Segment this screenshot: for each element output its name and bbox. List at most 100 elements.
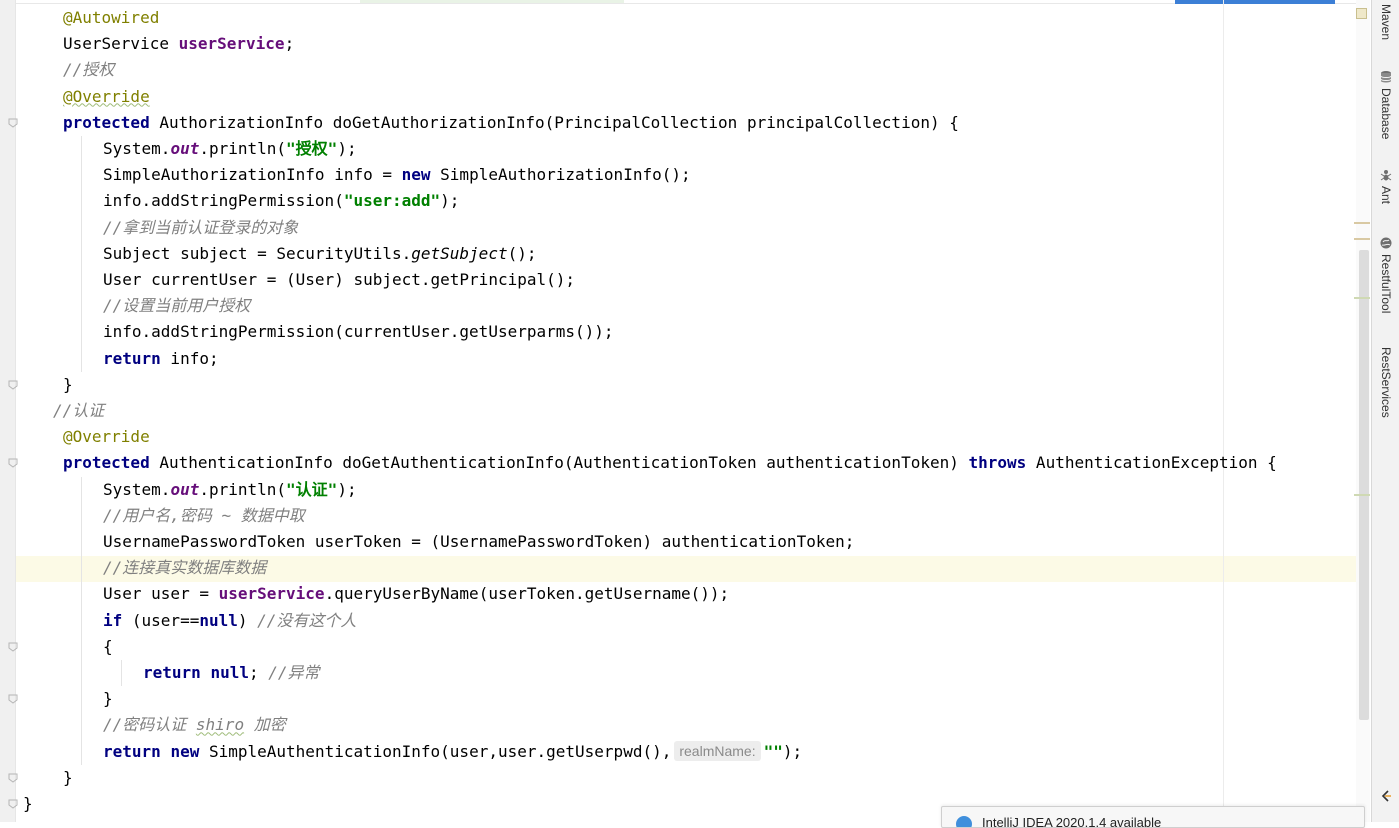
code-token: .println(	[199, 479, 287, 499]
code-line[interactable]: protected AuthenticationInfo doGetAuthen…	[63, 450, 1277, 476]
code-line[interactable]: System.out.println("认证");	[103, 477, 357, 503]
code-line[interactable]: }	[23, 791, 33, 817]
code-token: }	[103, 689, 113, 709]
inspection-status-icon[interactable]	[1356, 8, 1367, 19]
code-token: SimpleAuthorizationInfo info =	[103, 165, 402, 185]
error-stripe-mark[interactable]	[1354, 238, 1370, 240]
code-token: out	[170, 479, 200, 499]
code-line[interactable]: return new SimpleAuthenticationInfo(user…	[103, 739, 802, 765]
code-token: getSubject	[411, 243, 508, 263]
code-line[interactable]: {	[103, 634, 113, 660]
code-line[interactable]: SimpleAuthorizationInfo info = new Simpl…	[103, 162, 691, 188]
code-line[interactable]: @Autowired	[63, 5, 159, 31]
code-line[interactable]: User user = userService.queryUserByName(…	[103, 581, 729, 607]
code-line[interactable]: info.addStringPermission(currentUser.get…	[103, 319, 614, 345]
tool-window-label: Maven	[1379, 4, 1393, 41]
code-token: (user==	[122, 610, 200, 630]
editor-scrollbar-thumb[interactable]	[1359, 250, 1369, 720]
code-token: );	[440, 191, 460, 211]
code-line[interactable]: @Override	[63, 84, 150, 110]
tool-window-label: RestfulTool	[1379, 254, 1393, 314]
code-token: //授权	[63, 60, 115, 80]
code-token: userService	[218, 584, 325, 604]
code-line[interactable]: //用户名,密码 ~ 数据中取	[103, 503, 305, 529]
code-line[interactable]: System.out.println("授权");	[103, 136, 357, 162]
code-editor[interactable]: @Autowired UserService userService; //授权 @O…	[16, 0, 1370, 822]
code-token: info.addStringPermission(currentUser.get…	[103, 322, 614, 342]
code-line[interactable]: info.addStringPermission("user:add");	[103, 188, 459, 214]
code-token: User user =	[103, 584, 219, 604]
indent-guide	[81, 136, 82, 372]
parameter-hint: realmName:	[674, 740, 761, 761]
error-stripe-mark[interactable]	[1354, 494, 1370, 496]
code-line[interactable]: return info;	[103, 346, 219, 372]
ant-icon	[1379, 168, 1393, 182]
code-token: throws	[968, 453, 1027, 473]
code-token: null	[199, 610, 238, 630]
code-token: //连接真实数据库数据	[103, 558, 267, 578]
code-token: .println(	[199, 139, 287, 158]
indent-guide	[81, 476, 82, 765]
code-token: Subject subject = SecurityUtils.	[103, 243, 412, 263]
code-token: shiro	[195, 715, 245, 735]
error-stripe-mark[interactable]	[1354, 222, 1370, 224]
code-token: return	[143, 663, 201, 682]
code-token: return	[103, 348, 161, 368]
editor-top-accent-strip	[1175, 0, 1335, 4]
code-token: info.addStringPermission(	[103, 191, 344, 211]
code-token: .queryUserByName(userToken.getUsername()…	[324, 584, 730, 604]
code-line[interactable]: //连接真实数据库数据	[103, 555, 266, 581]
code-token: );	[337, 479, 357, 499]
code-line[interactable]: return null; //异常	[143, 660, 320, 686]
code-token: @Autowired	[63, 8, 160, 27]
code-token: info;	[160, 348, 219, 368]
code-token: User currentUser = (User) subject.getPri…	[103, 270, 576, 289]
code-line[interactable]: //认证	[53, 398, 104, 424]
update-notification[interactable]: IntelliJ IDEA 2020.1.4 available	[941, 806, 1365, 828]
code-token: System.	[103, 139, 171, 158]
code-line[interactable]: if (user==null) //没有这个人	[103, 608, 356, 634]
code-token: }	[63, 767, 73, 787]
editor-top-divider	[16, 3, 1370, 4]
code-token: null	[210, 663, 249, 682]
code-line[interactable]: }	[63, 372, 73, 398]
code-line[interactable]: }	[103, 686, 113, 712]
code-token: 加密	[244, 715, 286, 735]
globe-icon	[1379, 236, 1393, 250]
code-token: }	[23, 794, 33, 813]
error-stripe-mark[interactable]	[1354, 297, 1370, 299]
code-line[interactable]: //设置当前用户授权	[103, 293, 250, 319]
code-line[interactable]: //授权	[63, 57, 114, 83]
code-line[interactable]: }	[63, 765, 73, 791]
code-token: @Override	[63, 427, 150, 447]
code-token: ;	[248, 663, 269, 682]
right-tool-window-bar: Maven Database Ant RestfulTool RestServices	[1371, 0, 1399, 822]
code-token: return	[103, 741, 161, 761]
code-token: "授权"	[286, 139, 338, 158]
code-token: AuthenticationInfo doGetAuthenticationIn…	[149, 453, 969, 473]
code-token: //密码认证	[103, 715, 196, 735]
tool-window-label: RestServices	[1379, 347, 1393, 418]
tool-window-label: Database	[1379, 88, 1393, 140]
code-line[interactable]: Subject subject = SecurityUtils.getSubje…	[103, 241, 536, 267]
code-token: SimpleAuthorizationInfo();	[430, 165, 691, 185]
code-token: new	[401, 165, 431, 185]
code-token: UsernamePasswordToken userToken = (Usern…	[103, 532, 855, 551]
code-token: )	[237, 610, 258, 630]
code-line[interactable]: //拿到当前认证登录的对象	[103, 215, 298, 241]
code-token: SimpleAuthenticationInfo(user,user.getUs…	[199, 741, 672, 761]
code-line[interactable]: protected AuthorizationInfo doGetAuthori…	[63, 110, 959, 136]
code-line[interactable]: UserService userService;	[63, 31, 294, 57]
code-line[interactable]: //密码认证 shiro 加密	[103, 712, 286, 738]
code-line[interactable]: @Override	[63, 424, 150, 450]
code-line[interactable]: User currentUser = (User) subject.getPri…	[103, 267, 575, 293]
editor-gutter[interactable]	[0, 0, 18, 822]
code-token: @Override	[63, 86, 150, 106]
code-token: out	[170, 139, 200, 158]
database-icon	[1379, 70, 1393, 84]
leetcode-icon[interactable]	[1379, 788, 1393, 802]
code-line[interactable]: UsernamePasswordToken userToken = (Usern…	[103, 529, 854, 555]
code-token: System.	[103, 479, 171, 499]
